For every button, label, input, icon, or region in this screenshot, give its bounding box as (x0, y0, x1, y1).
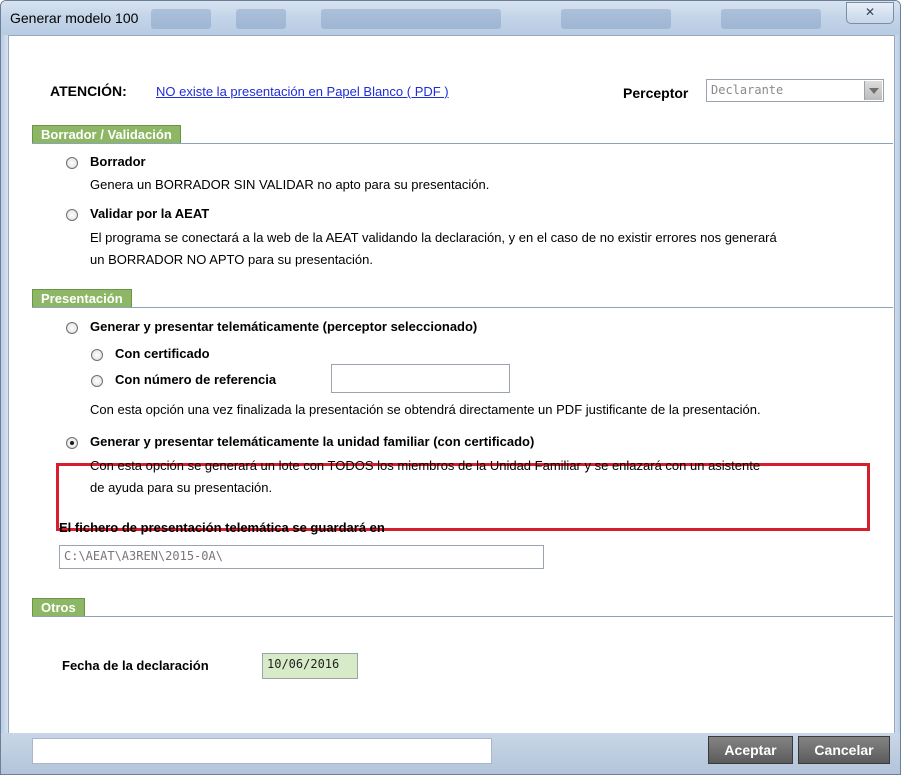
radio-con-certificado[interactable] (91, 349, 103, 361)
cancel-button[interactable]: Cancelar (798, 736, 890, 764)
blurred-background (321, 9, 501, 29)
section-otros-header: Otros (32, 598, 893, 617)
option-validar-desc-line1: El programa se conectará a la web de la … (90, 230, 777, 245)
chevron-down-icon[interactable] (864, 81, 882, 100)
option-validar-label[interactable]: Validar por la AEAT (90, 206, 209, 221)
section-presentacion-header: Presentación (32, 289, 893, 308)
section-borrador-header: Borrador / Validación (32, 125, 893, 144)
file-path-input[interactable]: C:\AEAT\A3REN\2015-0A\ (59, 545, 544, 569)
radio-validar-aeat[interactable] (66, 209, 78, 221)
reference-number-input[interactable] (331, 364, 510, 393)
dialog-body: ATENCIÓN: NO existe la presentación en P… (8, 35, 895, 734)
blurred-background (236, 9, 286, 29)
radio-presentar-perceptor[interactable] (66, 322, 78, 334)
option-presentar-perceptor-desc: Con esta opción una vez finalizada la pr… (90, 402, 761, 417)
option-unidad-familiar-desc-line1: Con esta opción se generará un lote con … (90, 458, 761, 473)
section-presentacion-title: Presentación (32, 289, 132, 307)
option-unidad-familiar-desc-line2: de ayuda para su presentación. (90, 480, 273, 495)
dialog-window: Generar modelo 100 ✕ ATENCIÓN: NO existe… (0, 0, 901, 775)
blurred-background (561, 9, 671, 29)
attention-link[interactable]: NO existe la presentación en Papel Blanc… (156, 84, 449, 99)
accept-button[interactable]: Aceptar (708, 736, 793, 764)
blurred-background (151, 9, 211, 29)
perceptor-value: Declarante (711, 83, 784, 97)
radio-con-referencia[interactable] (91, 375, 103, 387)
close-button[interactable]: ✕ (846, 2, 894, 24)
option-validar-desc-line2: un BORRADOR NO APTO para su presentación… (90, 252, 373, 267)
file-path-label: El fichero de presentación telemática se… (59, 520, 385, 535)
date-label: Fecha de la declaración (62, 658, 209, 673)
status-field (32, 738, 492, 764)
radio-unidad-familiar[interactable] (66, 437, 78, 449)
window-frame-left (1, 35, 8, 733)
sub-con-referencia-label[interactable]: Con número de referencia (115, 372, 276, 387)
option-unidad-familiar-label[interactable]: Generar y presentar telemáticamente la u… (90, 434, 534, 449)
close-icon: ✕ (864, 5, 876, 19)
section-otros-title: Otros (32, 598, 85, 616)
title-bar[interactable]: Generar modelo 100 ✕ (1, 1, 900, 35)
declaration-date-input[interactable]: 10/06/2016 (262, 653, 358, 679)
section-borrador-title: Borrador / Validación (32, 125, 181, 143)
option-presentar-perceptor-label[interactable]: Generar y presentar telemáticamente (per… (90, 319, 477, 334)
blurred-background (721, 9, 821, 29)
option-borrador-desc: Genera un BORRADOR SIN VALIDAR no apto p… (90, 177, 490, 192)
option-borrador-label[interactable]: Borrador (90, 154, 146, 169)
attention-label: ATENCIÓN: (50, 83, 127, 99)
window-title: Generar modelo 100 (10, 10, 139, 26)
perceptor-select[interactable]: Declarante (706, 79, 884, 102)
radio-borrador[interactable] (66, 157, 78, 169)
perceptor-label: Perceptor (623, 85, 689, 101)
sub-con-certificado-label[interactable]: Con certificado (115, 346, 210, 361)
